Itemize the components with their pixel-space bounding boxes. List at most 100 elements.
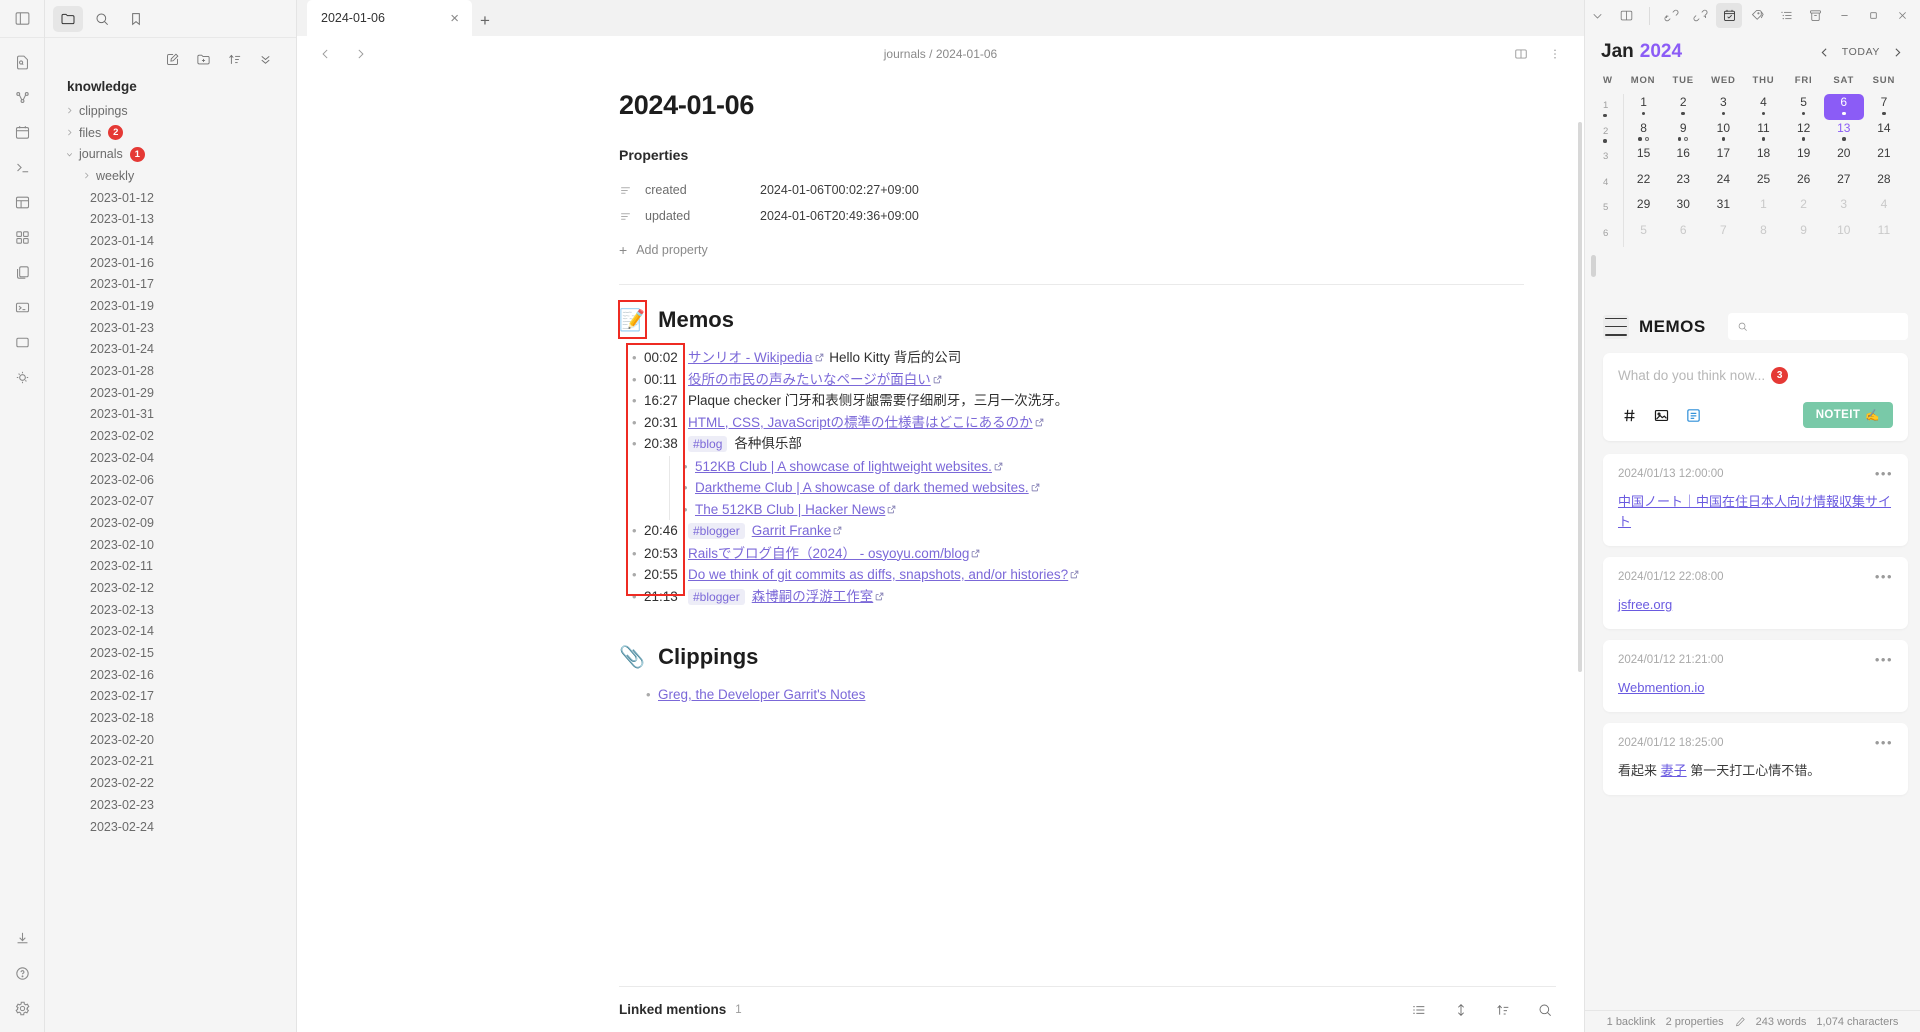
calendar-week-number[interactable]: 2 bbox=[1601, 120, 1623, 146]
calendar-day-25[interactable]: 25 bbox=[1743, 171, 1783, 197]
chevron-right-icon[interactable] bbox=[80, 170, 92, 182]
chevron-right-icon[interactable] bbox=[1891, 46, 1904, 59]
image-icon[interactable] bbox=[1650, 404, 1673, 427]
tree-item-2023-01-13[interactable]: 2023-01-13 bbox=[45, 208, 296, 230]
memo-tag[interactable]: #blogger bbox=[688, 523, 745, 539]
calendar-day-13[interactable]: 13 bbox=[1824, 120, 1864, 146]
calendar-day-5[interactable]: 5 bbox=[1623, 222, 1663, 248]
memo-tag[interactable]: #blogger bbox=[688, 589, 745, 605]
tree-item-2023-02-12[interactable]: 2023-02-12 bbox=[45, 577, 296, 599]
calendar-day-26[interactable]: 26 bbox=[1784, 171, 1824, 197]
calendar-day-7[interactable]: 7 bbox=[1703, 222, 1743, 248]
calendar-day-2[interactable]: 2 bbox=[1663, 94, 1703, 120]
tree-item-2023-01-12[interactable]: 2023-01-12 bbox=[45, 187, 296, 209]
calendar-day-31[interactable]: 31 bbox=[1703, 196, 1743, 222]
memo-link[interactable]: 512KB Club | A showcase of lightweight w… bbox=[695, 459, 992, 474]
calendar-day-8[interactable]: 8 bbox=[1623, 120, 1663, 146]
memo-link[interactable]: サンリオ - Wikipedia bbox=[688, 350, 813, 365]
memo-link[interactable]: Garrit Franke bbox=[752, 523, 832, 538]
tree-item-2023-02-23[interactable]: 2023-02-23 bbox=[45, 794, 296, 816]
memo-link[interactable]: 役所の市民の声みたいなページが面白い bbox=[688, 372, 931, 387]
copy-pages-icon[interactable] bbox=[8, 258, 36, 286]
sidebar-toggle-icon[interactable] bbox=[8, 5, 36, 33]
tree-item-2023-02-09[interactable]: 2023-02-09 bbox=[45, 512, 296, 534]
memo-card-link[interactable]: Webmention.io bbox=[1618, 680, 1704, 695]
list-view-icon[interactable] bbox=[1408, 999, 1430, 1021]
hash-tag-icon[interactable] bbox=[1618, 404, 1641, 427]
new-tab-button[interactable]: + bbox=[472, 6, 498, 36]
tree-item-2023-02-11[interactable]: 2023-02-11 bbox=[45, 555, 296, 577]
tags-icon[interactable] bbox=[1745, 3, 1771, 28]
calendar-week-number[interactable]: 5 bbox=[1601, 196, 1623, 222]
calendar-day-2[interactable]: 2 bbox=[1784, 196, 1824, 222]
backlink-icon[interactable] bbox=[1659, 3, 1685, 28]
split-editor-icon[interactable] bbox=[1510, 43, 1532, 65]
tree-item-2023-01-23[interactable]: 2023-01-23 bbox=[45, 317, 296, 339]
save-memo-button[interactable]: NOTEIT ✍ bbox=[1803, 402, 1893, 428]
memo-link[interactable]: Do we think of git commits as diffs, sna… bbox=[688, 567, 1068, 582]
memo-card-link[interactable]: 中国ノート｜中国在住日本人向け情報収集サイト bbox=[1618, 494, 1891, 529]
calendar-today-button[interactable]: TODAY bbox=[1842, 46, 1880, 58]
property-row-created[interactable]: created2024-01-06T00:02:27+09:00 bbox=[619, 177, 1524, 203]
more-options-icon[interactable] bbox=[1544, 43, 1566, 65]
calendar-day-10[interactable]: 10 bbox=[1703, 120, 1743, 146]
tree-item-2023-02-24[interactable]: 2023-02-24 bbox=[45, 816, 296, 838]
calendar-day-9[interactable]: 9 bbox=[1663, 120, 1703, 146]
tree-item-2023-02-06[interactable]: 2023-02-06 bbox=[45, 469, 296, 491]
archive-icon[interactable] bbox=[1803, 3, 1829, 28]
memo-card-menu-icon[interactable]: ••• bbox=[1875, 466, 1893, 481]
document-tab[interactable]: 2024-01-06 × bbox=[307, 0, 472, 36]
help-icon[interactable] bbox=[8, 959, 36, 987]
tree-item-2023-02-13[interactable]: 2023-02-13 bbox=[45, 599, 296, 621]
memo-card-menu-icon[interactable]: ••• bbox=[1875, 569, 1893, 584]
outgoing-link-icon[interactable] bbox=[1687, 3, 1713, 28]
tree-item-weekly[interactable]: weekly bbox=[45, 165, 296, 187]
calendar-day-4[interactable]: 4 bbox=[1864, 196, 1904, 222]
panel-scrollbar[interactable] bbox=[1591, 255, 1596, 277]
tree-item-2023-02-15[interactable]: 2023-02-15 bbox=[45, 642, 296, 664]
calendar-week-number[interactable]: 6 bbox=[1601, 222, 1623, 248]
memo-card[interactable]: 2024/01/12 22:08:00•••jsfree.org bbox=[1603, 557, 1908, 629]
graph-view-icon[interactable] bbox=[8, 83, 36, 111]
calendar-day-28[interactable]: 28 bbox=[1864, 171, 1904, 197]
calendar-day-24[interactable]: 24 bbox=[1703, 171, 1743, 197]
calendar-week-number[interactable]: 4 bbox=[1601, 171, 1623, 197]
tree-scroll-area[interactable]: knowledge clippingsfiles2journals1weekly… bbox=[45, 76, 296, 1032]
download-icon[interactable] bbox=[8, 924, 36, 952]
close-icon[interactable] bbox=[1889, 3, 1915, 28]
sort-icon[interactable] bbox=[223, 48, 245, 70]
memo-card-menu-icon[interactable]: ••• bbox=[1875, 652, 1893, 667]
expand-collapse-icon[interactable] bbox=[1450, 999, 1472, 1021]
snippet-icon[interactable] bbox=[8, 293, 36, 321]
memo-tag[interactable]: #blog bbox=[688, 436, 727, 452]
calendar-day-10[interactable]: 10 bbox=[1824, 222, 1864, 248]
terminal-icon[interactable] bbox=[8, 153, 36, 181]
calendar-day-1[interactable]: 1 bbox=[1623, 94, 1663, 120]
search-mentions-icon[interactable] bbox=[1534, 999, 1556, 1021]
tree-item-2023-01-24[interactable]: 2023-01-24 bbox=[45, 339, 296, 361]
tree-item-2023-01-31[interactable]: 2023-01-31 bbox=[45, 404, 296, 426]
memo-card[interactable]: 2024/01/12 18:25:00•••看起来 妻子 第一天打工心情不错。 bbox=[1603, 723, 1908, 795]
calendar-day-4[interactable]: 4 bbox=[1743, 94, 1783, 120]
calendar-day-11[interactable]: 11 bbox=[1743, 120, 1783, 146]
calendar-day-3[interactable]: 3 bbox=[1824, 196, 1864, 222]
chevron-left-icon[interactable] bbox=[1818, 46, 1831, 59]
document-scroll[interactable]: 2024-01-06 Properties created2024-01-06T… bbox=[297, 72, 1584, 1032]
calendar-day-19[interactable]: 19 bbox=[1784, 145, 1824, 171]
property-value[interactable]: 2024-01-06T00:02:27+09:00 bbox=[760, 183, 919, 197]
tree-item-files[interactable]: files2 bbox=[45, 122, 296, 144]
tab-files[interactable] bbox=[53, 6, 83, 32]
calendar-day-27[interactable]: 27 bbox=[1824, 171, 1864, 197]
split-panel-icon[interactable] bbox=[1614, 3, 1640, 28]
calendar-day-30[interactable]: 30 bbox=[1663, 196, 1703, 222]
breadcrumb-folder[interactable]: journals bbox=[884, 47, 926, 61]
calendar-day-11[interactable]: 11 bbox=[1864, 222, 1904, 248]
calendar-day-7[interactable]: 7 bbox=[1864, 94, 1904, 120]
tree-item-2023-02-02[interactable]: 2023-02-02 bbox=[45, 425, 296, 447]
collapse-all-icon[interactable] bbox=[254, 48, 276, 70]
tree-item-2023-02-22[interactable]: 2023-02-22 bbox=[45, 772, 296, 794]
tree-item-2023-02-17[interactable]: 2023-02-17 bbox=[45, 686, 296, 708]
grid-apps-icon[interactable] bbox=[8, 223, 36, 251]
calendar-day-18[interactable]: 18 bbox=[1743, 145, 1783, 171]
nav-back-icon[interactable] bbox=[315, 43, 337, 65]
